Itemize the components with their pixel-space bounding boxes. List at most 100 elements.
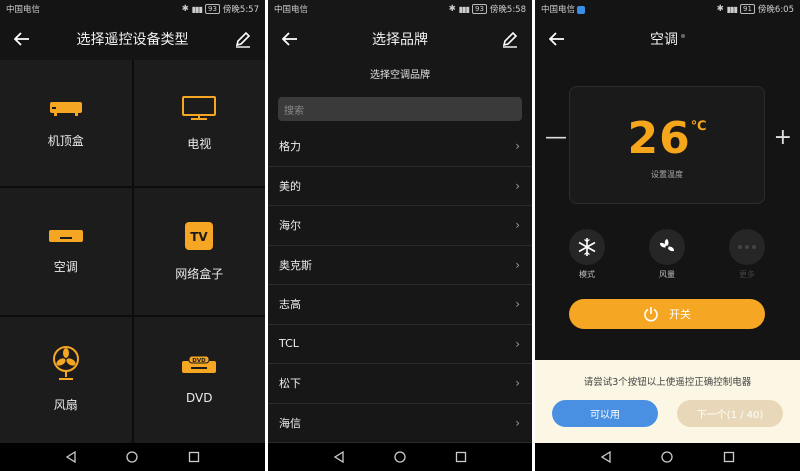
title-spacer (768, 29, 788, 49)
carrier-label: 中国电信 (6, 5, 41, 15)
device-label: 网络盒子 (175, 266, 224, 281)
brand-item-aux[interactable]: 奥克斯 › (268, 246, 532, 285)
system-nav-bar (0, 443, 265, 471)
device-grid: 机顶盒 电视 空调 TV 网络盒子 风扇 DVD DVD (0, 60, 265, 443)
edit-pencil-icon[interactable] (500, 29, 520, 49)
network-box-icon: TV (185, 221, 214, 250)
signal-icon: ▮▮▮ (458, 4, 470, 14)
tv-icon (182, 95, 217, 120)
back-arrow-icon[interactable] (12, 29, 32, 49)
brand-label: 海尔 (279, 219, 301, 233)
fan-speed-label: 风量 (659, 270, 675, 279)
brand-label: 海信 (279, 416, 301, 430)
chevron-right-icon: › (515, 218, 520, 233)
snowflake-icon (578, 238, 596, 256)
fan-speed-button[interactable]: 风量 (647, 229, 687, 280)
brand-label: TCL (279, 337, 299, 351)
search-placeholder: 搜索 (284, 105, 304, 117)
brand-select-screen: 中国电信 ✱ ▮▮▮ 93 傍晚5:58 选择品牌 选择空调品牌 搜索 格力 › … (268, 0, 532, 471)
page-title: 选择遥控设备类型 (76, 32, 189, 48)
back-arrow-icon[interactable] (280, 29, 300, 49)
device-type-screen: 中国电信 ✱ ▮▮▮ 93 傍晚5:57 选择遥控设备类型 机顶盒 电视 空调 … (0, 0, 265, 471)
brand-label: 美的 (279, 179, 301, 193)
nav-home-icon[interactable] (126, 451, 139, 463)
edit-pencil-icon[interactable] (233, 29, 253, 49)
nav-recents-icon[interactable] (455, 451, 467, 463)
title-bar: 空调 (535, 18, 800, 60)
brand-item-midea[interactable]: 美的 › (268, 167, 532, 206)
signal-icon: ▮▮▮ (191, 4, 203, 14)
chevron-right-icon: › (515, 139, 520, 154)
device-label: 机顶盒 (47, 133, 84, 148)
nav-recents-icon[interactable] (723, 451, 735, 463)
brand-label: 奥克斯 (279, 258, 312, 272)
nav-home-icon[interactable] (661, 451, 674, 463)
device-label: DVD (186, 390, 213, 405)
chevron-right-icon: › (515, 376, 520, 391)
device-network-box[interactable]: TV 网络盒子 (133, 188, 265, 315)
page-subtitle: 选择空调品牌 (370, 70, 430, 81)
power-button[interactable]: 开关 (569, 299, 765, 329)
brand-item-panasonic[interactable]: 松下 › (268, 364, 532, 404)
next-remote-button[interactable]: 下一个(1 / 40) (677, 400, 783, 427)
works-button[interactable]: 可以用 (552, 400, 658, 427)
brand-item-hisense[interactable]: 海信 › (268, 404, 532, 443)
power-label: 开关 (669, 308, 691, 321)
status-dot-icon (681, 34, 685, 39)
fan-speed-icon (660, 239, 674, 252)
temperature-value: 26 (627, 113, 691, 164)
temperature-up-button[interactable]: + (774, 125, 792, 150)
time-label: 傍晚5:58 (489, 5, 526, 15)
more-label: 更多 (739, 270, 755, 279)
system-nav-bar (268, 443, 532, 471)
brand-item-chigo[interactable]: 志高 › (268, 285, 532, 325)
search-input[interactable]: 搜索 (278, 97, 522, 121)
nav-recents-icon[interactable] (188, 451, 200, 463)
status-bar: 中国电信 ✱ ▮▮▮ 93 傍晚5:58 (268, 0, 532, 18)
bluetooth-icon: ✱ (181, 4, 189, 14)
brand-label: 松下 (279, 377, 301, 391)
page-title-text: 空调 (650, 32, 678, 48)
chevron-right-icon: › (515, 297, 520, 312)
battery-icon: 93 (471, 4, 487, 14)
nav-back-icon[interactable] (65, 451, 77, 463)
time-label: 傍晚6:05 (757, 5, 794, 15)
brand-label: 格力 (279, 140, 301, 154)
device-set-top-box[interactable]: 机顶盒 (0, 60, 132, 187)
carrier-label: 中国电信 (274, 5, 309, 15)
bluetooth-icon: ✱ (448, 4, 456, 14)
brand-item-gree[interactable]: 格力 › (268, 127, 532, 167)
carrier-label: 中国电信 (541, 5, 576, 15)
nav-home-icon[interactable] (394, 451, 406, 463)
temperature-down-button[interactable]: — (545, 125, 567, 150)
mode-buttons: 模式 风量 更多 (567, 229, 767, 280)
brand-item-tcl[interactable]: TCL › (268, 325, 532, 364)
nav-back-icon[interactable] (333, 451, 345, 463)
back-arrow-icon[interactable] (547, 29, 567, 49)
bluetooth-icon: ✱ (716, 4, 724, 14)
signal-icon: ▮▮▮ (726, 4, 738, 14)
more-icon (738, 245, 756, 249)
title-bar: 选择品牌 (268, 18, 532, 60)
device-air-conditioner[interactable]: 空调 (0, 188, 132, 315)
device-tv[interactable]: 电视 (133, 60, 265, 187)
temperature-caption: 设置温度 (651, 170, 683, 179)
system-nav-bar (535, 443, 800, 471)
mode-label: 模式 (579, 270, 595, 279)
mode-button[interactable]: 模式 (567, 229, 607, 280)
device-dvd[interactable]: DVD DVD (133, 316, 265, 443)
test-prompt-panel: 请尝试3个按钮以上使遥控正确控制电器 可以用 下一个(1 / 40) (535, 360, 800, 444)
brand-list: 格力 › 美的 › 海尔 › 奥克斯 › 志高 › TCL › 松下 › 海信 › (268, 127, 532, 443)
device-fan[interactable]: 风扇 (0, 316, 132, 443)
dvd-badge-text: DVD (193, 358, 207, 364)
device-label: 风扇 (53, 398, 78, 413)
brand-item-haier[interactable]: 海尔 › (268, 206, 532, 246)
page-title: 空调 (567, 29, 768, 49)
more-button[interactable]: 更多 (727, 229, 767, 280)
temperature-unit: ℃ (690, 119, 707, 134)
power-icon (644, 307, 658, 322)
air-conditioner-icon (48, 229, 83, 242)
nav-back-icon[interactable] (600, 451, 612, 463)
title-bar: 选择遥控设备类型 (0, 18, 265, 60)
test-prompt-text: 请尝试3个按钮以上使遥控正确控制电器 (583, 377, 752, 388)
